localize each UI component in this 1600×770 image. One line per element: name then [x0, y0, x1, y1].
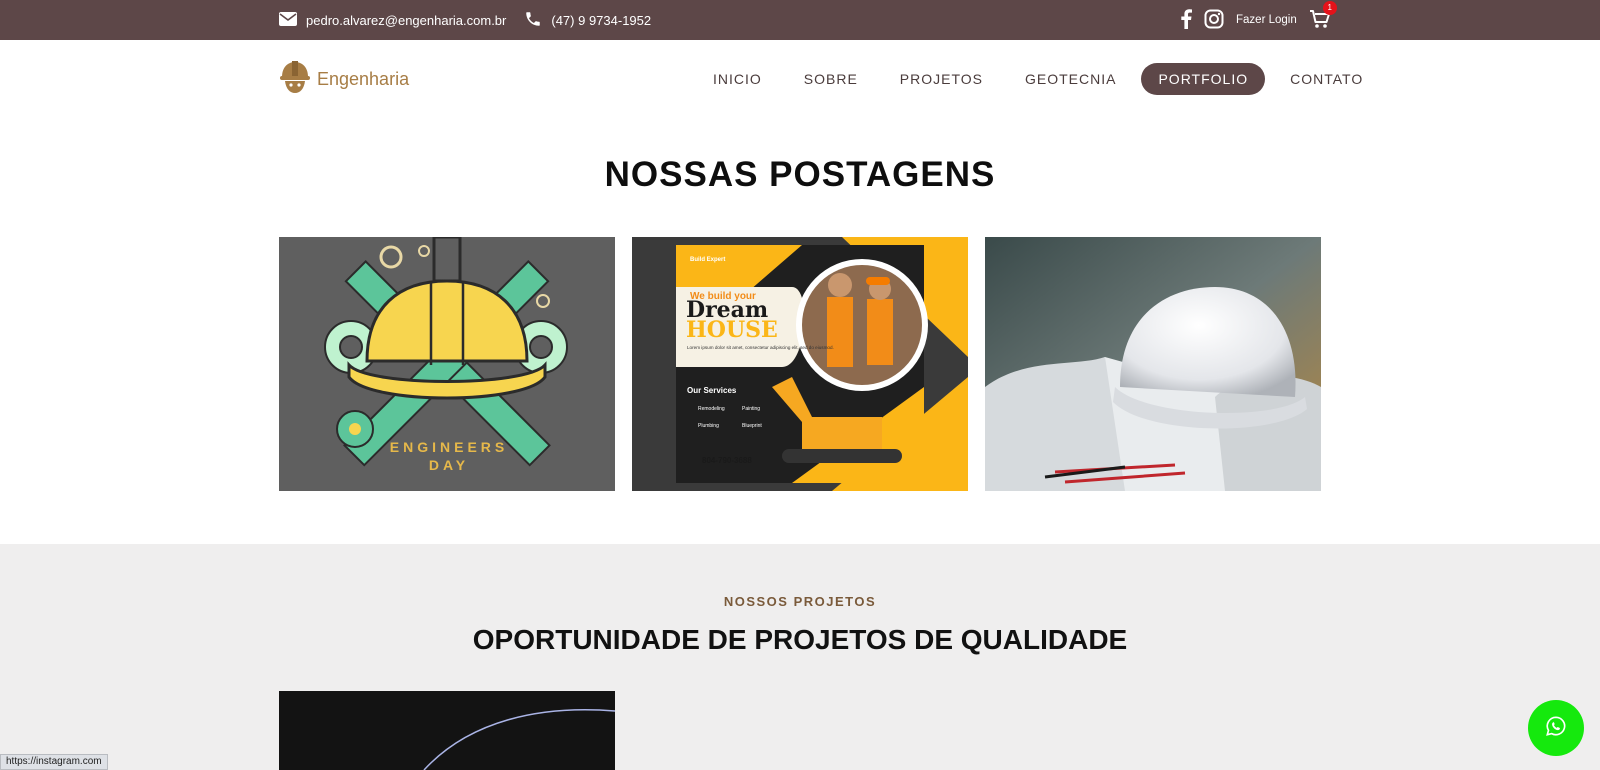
cart-count-badge: 1	[1322, 1, 1337, 15]
email-text: pedro.alvarez@engenharia.com.br	[306, 12, 507, 28]
phone-icon	[524, 10, 542, 31]
flyer-service-1: Remodeling	[698, 406, 725, 412]
nav-portfolio[interactable]: PORTFOLIO	[1141, 63, 1266, 95]
flyer-service-3: Plumbing	[698, 423, 719, 429]
phone-text: (47) 9 9734-1952	[551, 12, 652, 28]
flyer-services-title: Our Services	[687, 386, 737, 395]
nav-inicio[interactable]: INICIO	[696, 63, 779, 95]
envelope-icon	[279, 11, 297, 29]
project-thumbnail	[279, 691, 615, 770]
browser-status-url: https://instagram.com	[0, 754, 108, 770]
projects-heading: OPORTUNIDADE DE PROJETOS DE QUALIDADE	[472, 624, 1128, 655]
logo[interactable]: Engenharia	[279, 60, 409, 99]
flyer-phone: 804-790-3688	[702, 456, 752, 465]
flyer-service-2: Painting	[742, 406, 760, 412]
white-hard-hat-on-blueprints	[985, 237, 1321, 491]
flyer-body: Lorem ipsum dolor sit amet, consectetur …	[687, 345, 834, 350]
main-nav: INICIO SOBRE PROJETOS GEOTECNIA PORTFOLI…	[696, 63, 1388, 95]
email-link[interactable]: pedro.alvarez@engenharia.com.br	[279, 11, 507, 29]
flyer-brand: Build Expert	[690, 257, 725, 263]
instagram-icon[interactable]	[1204, 9, 1224, 32]
cart-button[interactable]: 1	[1309, 1, 1337, 32]
topbar-actions: Fazer Login 1	[1180, 0, 1337, 40]
nav-geotecnia[interactable]: GEOTECNIA	[1008, 63, 1133, 95]
contact-info: pedro.alvarez@engenharia.com.br (47) 9 9…	[279, 0, 651, 40]
engineers-text: ENGINEERS	[390, 439, 508, 455]
cart-icon	[1309, 10, 1331, 32]
login-link[interactable]: Fazer Login	[1236, 14, 1297, 26]
nav-contato[interactable]: CONTATO	[1273, 63, 1380, 95]
logo-text: Engenharia	[317, 69, 410, 89]
flyer-headline-house: HOUSE	[686, 317, 778, 343]
projects-section: NOSSOS PROJETOS OPORTUNIDADE DE PROJETOS…	[0, 544, 1600, 770]
hard-hat-logo-icon	[279, 60, 311, 99]
nav-sobre[interactable]: SOBRE	[787, 63, 875, 95]
whatsapp-button[interactable]	[1528, 700, 1584, 756]
posts-section-title: NOSSAS POSTAGENS	[604, 155, 996, 194]
phone-link[interactable]: (47) 9 9734-1952	[524, 10, 651, 31]
whatsapp-icon	[1545, 715, 1567, 742]
nav-projetos[interactable]: PROJETOS	[883, 63, 1000, 95]
flyer-service-4: Blueprint	[742, 423, 762, 429]
projects-kicker: NOSSOS PROJETOS	[723, 594, 877, 609]
top-bar: pedro.alvarez@engenharia.com.br (47) 9 9…	[0, 0, 1600, 40]
post-card-dream-house[interactable]: Build Expert We build your Dream HOUSE L…	[632, 237, 968, 491]
engineers-day-illustration: ENGINEERS DAY	[279, 237, 615, 491]
day-text: DAY	[429, 457, 469, 473]
project-card[interactable]	[279, 691, 615, 770]
post-card-engineers-day[interactable]: ENGINEERS DAY	[279, 237, 615, 491]
dream-house-flyer: Build Expert We build your Dream HOUSE L…	[632, 237, 968, 491]
facebook-icon[interactable]	[1180, 8, 1192, 32]
post-card-hard-hat[interactable]	[985, 237, 1321, 491]
main-header: Engenharia INICIO SOBRE PROJETOS GEOTECN…	[0, 40, 1600, 118]
